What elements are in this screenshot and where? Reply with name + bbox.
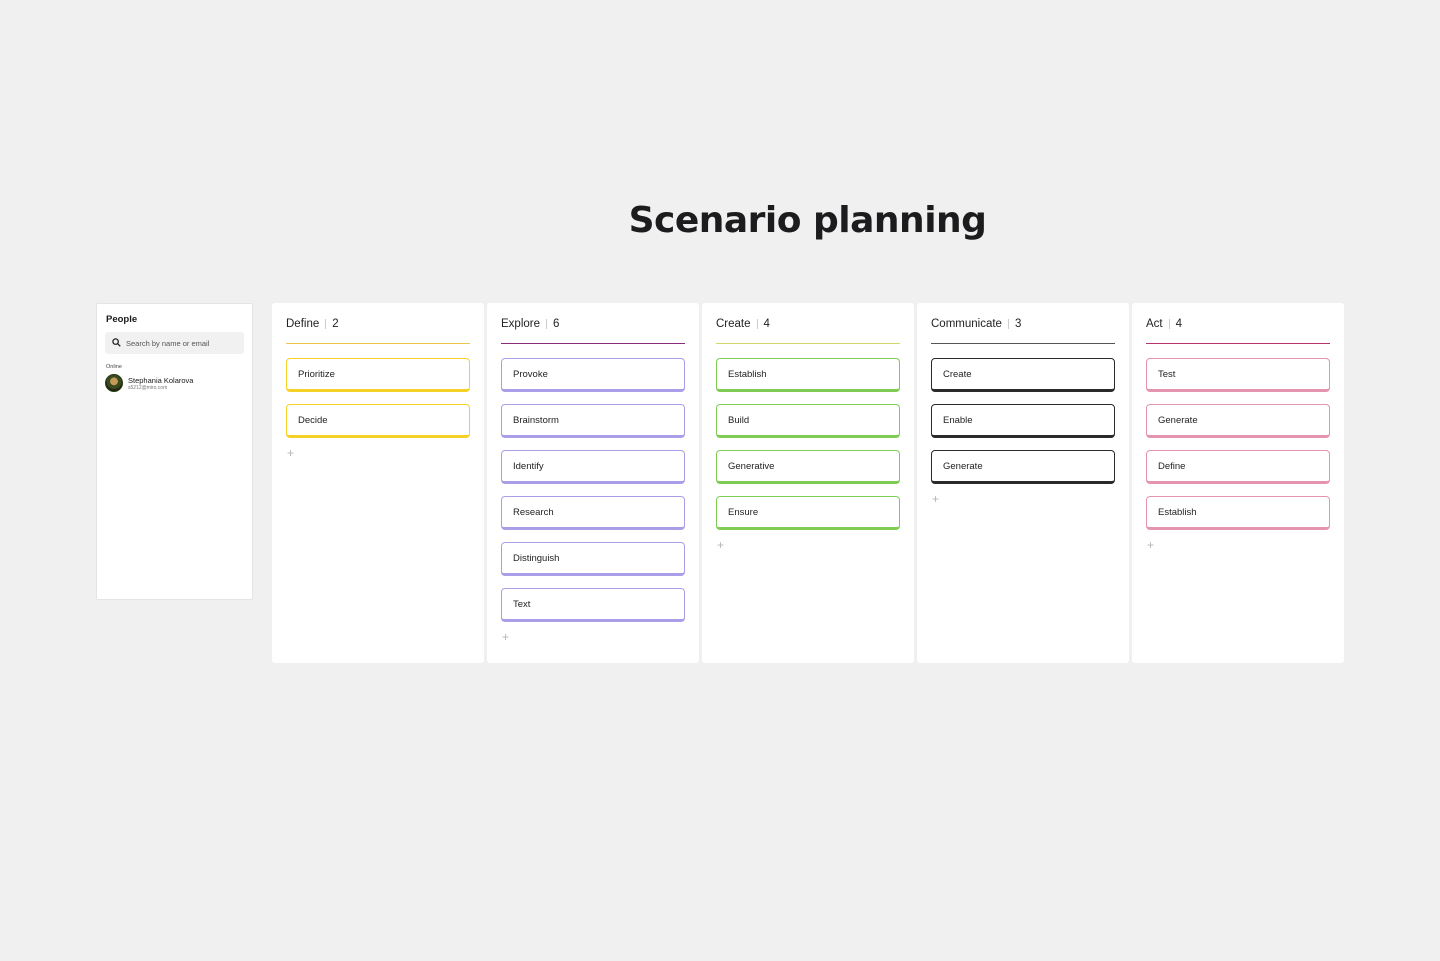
column-divider: [546, 319, 547, 329]
column-title: Create: [716, 318, 751, 330]
column-underline: [931, 343, 1115, 344]
card[interactable]: Generative: [716, 450, 900, 484]
column-underline: [286, 343, 470, 344]
card[interactable]: Generate: [931, 450, 1115, 484]
card[interactable]: Prioritize: [286, 358, 470, 392]
column-header[interactable]: Explore 6: [501, 316, 685, 332]
card[interactable]: Identify: [501, 450, 685, 484]
column-divider: [756, 319, 758, 329]
add-card-button[interactable]: +: [1147, 538, 1157, 552]
search-input[interactable]: [126, 338, 236, 348]
column-count: 2: [332, 318, 339, 330]
column-divider: [325, 319, 327, 329]
column-title: Act: [1146, 318, 1163, 330]
card[interactable]: Generate: [1146, 404, 1330, 438]
card[interactable]: Create: [931, 358, 1115, 392]
column-count: 6: [553, 318, 560, 330]
card[interactable]: Research: [501, 496, 685, 530]
column-create: Create 4 Establish Build Generative Ensure +: [702, 303, 914, 663]
board-title: Scenario planning: [628, 200, 987, 241]
column-title: Communicate: [931, 318, 1002, 330]
card[interactable]: Brainstorm: [501, 404, 685, 438]
people-panel-title: People: [106, 314, 138, 325]
avatar: [105, 374, 123, 392]
column-divider: [1168, 319, 1170, 329]
column-count: 4: [1175, 318, 1183, 330]
column-divider: [1007, 319, 1009, 329]
add-card-button[interactable]: +: [287, 446, 297, 460]
add-card-button[interactable]: +: [502, 630, 512, 644]
column-header[interactable]: Create 4: [716, 316, 900, 332]
card[interactable]: Provoke: [501, 358, 685, 392]
user-name: Stephania Kolarova: [128, 375, 194, 385]
card[interactable]: Decide: [286, 404, 470, 438]
column-header[interactable]: Define 2: [286, 316, 470, 332]
column-define: Define 2 Prioritize Decide +: [272, 303, 484, 663]
column-header[interactable]: Communicate 3: [931, 316, 1115, 332]
add-card-button[interactable]: +: [717, 538, 727, 552]
column-count: 3: [1014, 318, 1022, 330]
card[interactable]: Distinguish: [501, 542, 685, 576]
column-header[interactable]: Act 4: [1146, 316, 1330, 332]
column-count: 4: [763, 318, 770, 330]
card[interactable]: Build: [716, 404, 900, 438]
column-underline: [716, 343, 900, 344]
user-email: s5212@miro.com: [128, 384, 168, 391]
people-panel: People Online Stephania Kolarova s5212@m…: [96, 303, 253, 600]
search-icon: [112, 334, 121, 352]
column-act: Act 4 Test Generate Define Establish +: [1132, 303, 1344, 663]
card[interactable]: Test: [1146, 358, 1330, 392]
card[interactable]: Text: [501, 588, 685, 622]
kanban-board: Define 2 Prioritize Decide + Explore 6 Provoke B…: [272, 303, 1344, 663]
card[interactable]: Enable: [931, 404, 1115, 438]
column-communicate: Communicate 3 Create Enable Generate +: [917, 303, 1129, 663]
column-explore: Explore 6 Provoke Brainstorm Identify Researc…: [487, 303, 699, 663]
search-box[interactable]: [105, 332, 244, 354]
column-underline: [1146, 343, 1330, 344]
column-title: Define: [286, 318, 320, 330]
add-card-button[interactable]: +: [932, 492, 942, 506]
card[interactable]: Ensure: [716, 496, 900, 530]
column-title: Explore: [501, 318, 540, 330]
user-item[interactable]: Stephania Kolarova s5212@miro.com: [105, 374, 244, 392]
card[interactable]: Establish: [716, 358, 900, 392]
online-label: Online: [106, 364, 122, 370]
card[interactable]: Define: [1146, 450, 1330, 484]
column-underline: [501, 343, 685, 344]
card[interactable]: Establish: [1146, 496, 1330, 530]
